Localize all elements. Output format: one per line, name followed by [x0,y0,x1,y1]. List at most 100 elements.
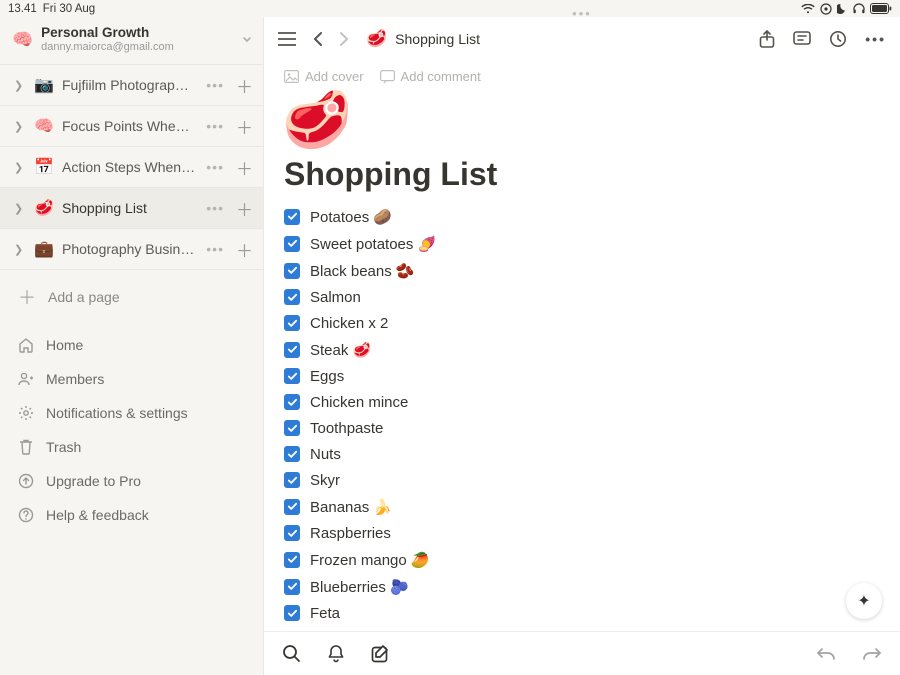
checkbox[interactable] [284,263,300,279]
page-more-icon[interactable]: ••• [204,118,226,134]
checkbox[interactable] [284,342,300,358]
checkbox[interactable] [284,368,300,384]
add-comment-button[interactable]: Add comment [380,69,481,84]
redo-icon[interactable] [862,646,882,662]
more-icon[interactable]: ••• [865,31,886,47]
todo-item[interactable]: Sweet potatoes 🍠 [284,230,880,257]
workspace-email: danny.maiorca@gmail.com [41,41,233,54]
back-button[interactable] [312,31,323,47]
todo-item[interactable]: Potatoes 🥔 [284,203,880,230]
sidebar-page-3[interactable]: ❯🥩Shopping List•••＋ [0,188,263,228]
checkbox[interactable] [284,552,300,568]
nav-help[interactable]: Help & feedback [0,498,263,532]
checkbox[interactable] [284,579,300,595]
checkbox[interactable] [284,236,300,252]
page-add-icon[interactable]: ＋ [234,155,255,180]
chevron-right-icon[interactable]: ❯ [14,120,26,133]
checkbox[interactable] [284,209,300,225]
page-title[interactable]: Shopping List [264,154,900,203]
chevron-right-icon[interactable]: ❯ [14,79,26,92]
sparkle-icon: ✦ [857,591,870,611]
workspace-name: Personal Growth [41,25,233,41]
nav-settings[interactable]: Notifications & settings [0,396,263,430]
todo-item[interactable]: Feta [284,600,880,626]
todo-text: Nuts [310,446,341,463]
trash-icon [18,439,34,455]
history-icon[interactable] [829,30,847,48]
page-add-icon[interactable]: ＋ [234,196,255,221]
checkbox[interactable] [284,289,300,305]
page-more-icon[interactable]: ••• [204,159,226,175]
page-icon: 💼 [34,239,54,259]
checkbox[interactable] [284,420,300,436]
todo-text: Salmon [310,289,361,306]
page-add-icon[interactable]: ＋ [234,114,255,139]
nav-home[interactable]: Home [0,328,263,362]
menu-icon[interactable] [278,32,296,46]
todo-item[interactable]: Blueberries 🫐 [284,573,880,600]
todo-item[interactable]: Steak 🥩 [284,336,880,363]
nav-label: Notifications & settings [46,405,188,421]
forward-button[interactable] [339,31,350,47]
chevron-right-icon[interactable]: ❯ [14,202,26,215]
page-more-icon[interactable]: ••• [204,200,226,216]
sidebar-page-2[interactable]: ❯📅Action Steps When B…•••＋ [0,147,263,187]
sidebar-page-1[interactable]: ❯ 🧠 Focus Points When I'… ••• ＋ [0,106,263,146]
todo-item[interactable]: Frozen mango 🥭 [284,546,880,573]
page-icon: 🧠 [34,116,54,136]
todo-item[interactable]: Eggs [284,363,880,389]
page-more-icon[interactable]: ••• [204,77,226,93]
workspace-switcher[interactable]: 🧠 Personal Growth danny.maiorca@gmail.co… [0,17,263,64]
breadcrumb[interactable]: 🥩 Shopping List [366,29,480,49]
plus-icon: ＋ [18,284,36,310]
checkbox[interactable] [284,472,300,488]
notifications-icon[interactable] [327,644,345,663]
checkbox[interactable] [284,525,300,541]
chevron-right-icon[interactable]: ❯ [14,161,26,174]
compose-icon[interactable] [371,644,390,663]
add-page-button[interactable]: ＋ Add a page [0,270,263,324]
ai-fab-button[interactable]: ✦ [846,583,882,619]
todo-item[interactable]: Salmon [284,284,880,310]
todo-item[interactable]: Black beans 🫘 [284,257,880,284]
todo-item[interactable]: Chicken x 2 [284,310,880,336]
nav-upgrade[interactable]: Upgrade to Pro [0,464,263,498]
home-icon [18,337,34,353]
nav-members[interactable]: Members [0,362,263,396]
todo-text: Chicken x 2 [310,315,388,332]
todo-item[interactable]: Chicken mince [284,389,880,415]
todo-item[interactable]: Nuts [284,441,880,467]
todo-item[interactable]: Skyr [284,467,880,493]
page-more-icon[interactable]: ••• [204,241,226,257]
comments-icon[interactable] [793,31,811,48]
drag-handle-icon[interactable]: ••• [572,6,592,21]
todo-text: Steak 🥩 [310,341,371,359]
nav-trash[interactable]: Trash [0,430,263,464]
checkbox[interactable] [284,394,300,410]
todo-text: Skyr [310,472,340,489]
page-icon[interactable]: 🥩 [264,92,900,154]
workspace-icon: 🧠 [12,31,33,48]
checkbox[interactable] [284,499,300,515]
checkbox[interactable] [284,446,300,462]
help-icon [18,507,34,523]
chevron-down-icon [241,34,253,46]
checkbox[interactable] [284,315,300,331]
share-icon[interactable] [759,30,775,48]
todo-text: Eggs [310,368,344,385]
sidebar-page-0[interactable]: ❯📷Fujfiilm Photography …•••＋ [0,65,263,105]
todo-item[interactable]: Toothpaste [284,415,880,441]
checkbox[interactable] [284,605,300,621]
undo-icon[interactable] [816,646,836,662]
bottom-toolbar [264,631,900,675]
sidebar-page-4[interactable]: ❯💼Photography Busines…•••＋ [0,229,263,269]
todo-item[interactable]: Bananas 🍌 [284,493,880,520]
page-add-icon[interactable]: ＋ [234,237,255,262]
add-cover-button[interactable]: Add cover [284,69,364,84]
page-add-icon[interactable]: ＋ [234,73,255,98]
search-icon[interactable] [282,644,301,663]
todo-item[interactable]: Raspberries [284,520,880,546]
todo-text: Bananas 🍌 [310,498,392,516]
chevron-right-icon[interactable]: ❯ [14,243,26,256]
page-label: Focus Points When I'… [62,118,196,134]
